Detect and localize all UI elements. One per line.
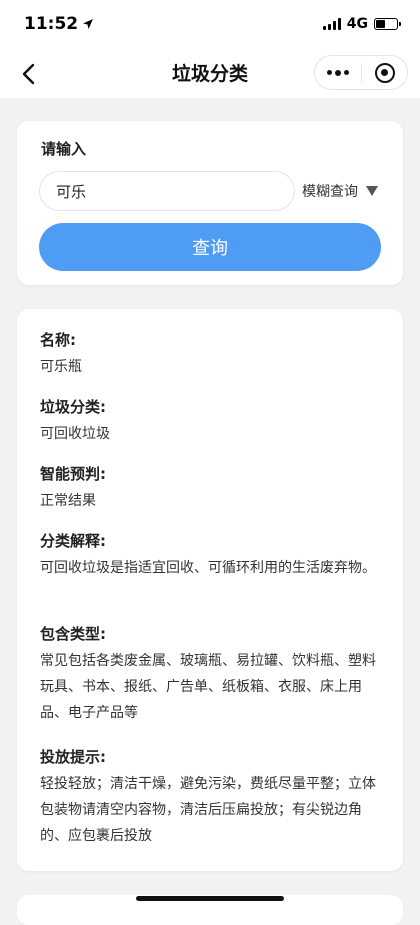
status-indicators: 4G xyxy=(322,16,401,32)
more-button[interactable] xyxy=(315,56,361,89)
more-dot-icon xyxy=(335,69,341,76)
network-label: 4G xyxy=(346,16,368,32)
prediction-value: 正常结果 xyxy=(40,493,96,509)
time-text: 11:52 xyxy=(24,14,79,34)
category-label: 垃圾分类: xyxy=(40,398,106,416)
search-card: 请输入 模糊查询 查询 xyxy=(17,121,403,285)
name-label: 名称: xyxy=(40,331,76,349)
search-label: 请输入 xyxy=(41,140,87,158)
explanation-label: 分类解释: xyxy=(40,532,106,550)
match-mode-select[interactable]: 模糊查询 xyxy=(302,171,378,211)
search-input[interactable] xyxy=(39,171,295,211)
more-dot-icon xyxy=(327,70,332,75)
nav-bar: 垃圾分类 xyxy=(0,50,420,98)
mini-program-capsule xyxy=(314,55,408,90)
includes-value: 常见包括各类废金属、玻璃瓶、易拉罐、饮料瓶、塑料玩具、书本、报纸、广告单、纸板箱… xyxy=(40,653,376,721)
explanation-value: 可回收垃圾是指适宜回收、可循环利用的生活废弃物。 xyxy=(40,560,376,576)
name-value: 可乐瓶 xyxy=(40,359,82,375)
query-button[interactable]: 查询 xyxy=(39,223,381,271)
battery-icon xyxy=(374,18,401,30)
location-arrow-icon xyxy=(83,19,94,29)
match-mode-label: 模糊查询 xyxy=(302,184,358,200)
dropdown-triangle-icon xyxy=(366,186,378,196)
home-indicator xyxy=(136,896,284,901)
close-button[interactable] xyxy=(362,56,407,89)
category-value: 可回收垃圾 xyxy=(40,426,110,442)
prediction-label: 智能预判: xyxy=(40,465,106,483)
signal-icon xyxy=(322,18,341,30)
result-card: 名称: 可乐瓶 垃圾分类: 可回收垃圾 智能预判: 正常结果 分类解释: 可回收… xyxy=(17,309,403,871)
target-circle-icon xyxy=(374,62,395,83)
disposal-tips-value: 轻投轻放；清洁干燥，避免污染，费纸尽量平整；立体包装物请清空内容物，清洁后压扁投… xyxy=(40,776,376,844)
includes-label: 包含类型: xyxy=(40,625,106,643)
disposal-tips-label: 投放提示: xyxy=(40,748,106,766)
more-dot-icon xyxy=(344,70,349,75)
status-bar: 11:52 4G xyxy=(0,0,420,50)
status-time: 11:52 xyxy=(24,14,94,34)
